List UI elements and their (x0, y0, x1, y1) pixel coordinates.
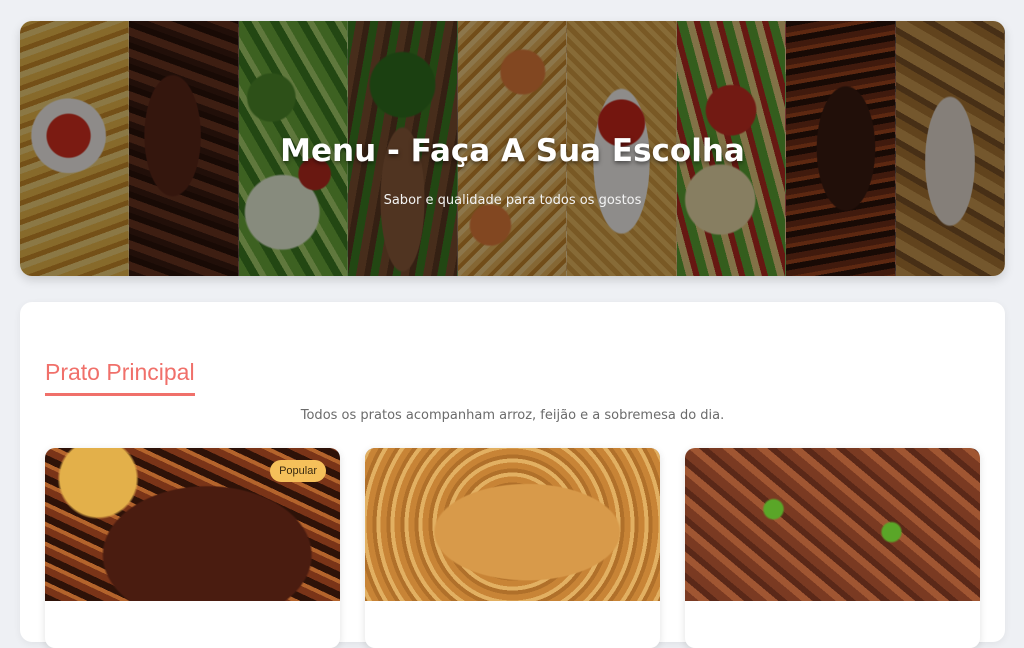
hero-subtitle: Sabor e qualidade para todos os gostos (383, 193, 642, 208)
hero-title: Menu - Faça A Sua Escolha (280, 133, 745, 169)
dish-card-beef[interactable] (685, 448, 980, 648)
section-description: Todos os pratos acompanham arroz, feijão… (300, 408, 725, 423)
menu-section-card: Prato Principal Todos os pratos acompanh… (20, 302, 1005, 648)
beef-stew-photo (685, 448, 980, 601)
dish-card-steak[interactable]: Popular (45, 448, 340, 648)
dish-card-chicken[interactable] (365, 448, 660, 648)
hero-banner: Menu - Faça A Sua Escolha Sabor e qualid… (20, 21, 1005, 276)
fried-chicken-photo (365, 448, 660, 601)
section-title: Prato Principal (45, 359, 195, 396)
popular-badge: Popular (270, 460, 326, 482)
steak-photo: Popular (45, 448, 340, 601)
